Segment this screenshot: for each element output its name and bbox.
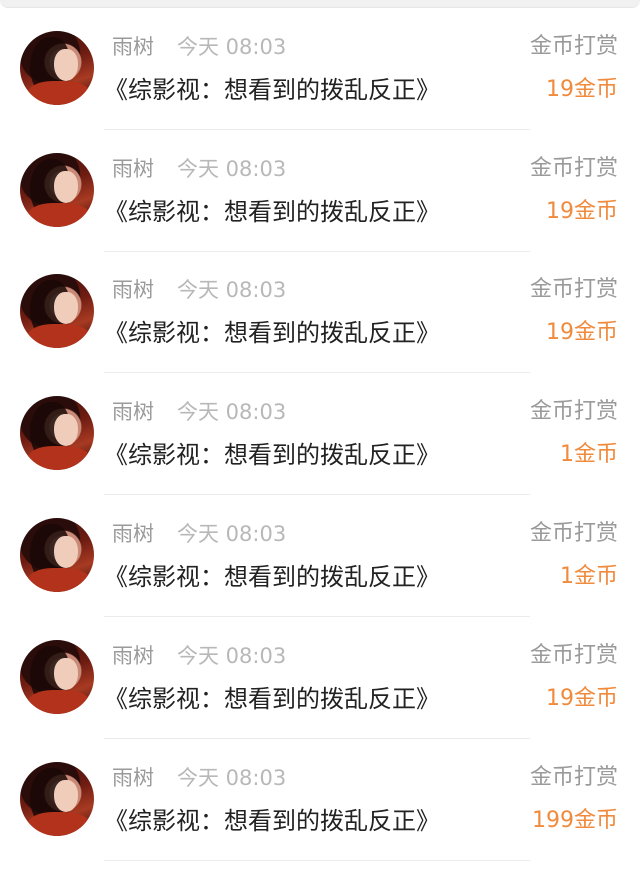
list-item[interactable]: 雨树 今天 08:03 金币打赏 《综影视：想看到的拨乱反正》 19金币 — [0, 609, 640, 739]
reward-list: 雨树 今天 08:03 金币打赏 《综影视：想看到的拨乱反正》 19金币 雨树 … — [0, 0, 640, 873]
reward-amount: 199金币 — [532, 808, 618, 833]
user-name[interactable]: 雨树 — [112, 641, 154, 671]
user-avatar[interactable] — [20, 518, 94, 592]
list-item[interactable]: 雨树 今天 08:03 金币打赏 《综影视：想看到的拨乱反正》 19金币 — [0, 243, 640, 373]
list-item[interactable]: 雨树 今天 08:03 金币打赏 《综影视：想看到的拨乱反正》 1金币 — [0, 365, 640, 495]
book-title[interactable]: 《综影视：想看到的拨乱反正》 — [104, 317, 440, 349]
book-title[interactable]: 《综影视：想看到的拨乱反正》 — [104, 74, 440, 106]
timestamp: 今天 08:03 — [177, 400, 287, 424]
list-item[interactable]: 雨树 今天 08:03 金币打赏 《综影视：想看到的拨乱反正》 19金币 — [0, 122, 640, 252]
reward-amount: 19金币 — [546, 199, 618, 224]
reward-type-label: 金币打赏 — [529, 277, 618, 302]
reward-type-label: 金币打赏 — [529, 399, 618, 424]
reward-type-label: 金币打赏 — [529, 521, 618, 546]
user-name[interactable]: 雨树 — [112, 154, 154, 184]
user-avatar[interactable] — [20, 762, 94, 836]
user-avatar[interactable] — [20, 640, 94, 714]
book-title[interactable]: 《综影视：想看到的拨乱反正》 — [104, 439, 440, 471]
book-title[interactable]: 《综影视：想看到的拨乱反正》 — [104, 805, 440, 837]
reward-amount: 19金币 — [546, 320, 618, 345]
list-item[interactable]: 雨树 今天 08:03 金币打赏 《综影视：想看到的拨乱反正》 1金币 — [0, 487, 640, 617]
user-name[interactable]: 雨树 — [112, 763, 154, 793]
reward-amount: 1金币 — [560, 564, 618, 589]
divider — [104, 860, 530, 861]
user-name[interactable]: 雨树 — [112, 275, 154, 305]
timestamp: 今天 08:03 — [177, 766, 287, 790]
list-item[interactable]: 雨树 今天 08:03 金币打赏 《综影视：想看到的拨乱反正》 199金币 — [0, 731, 640, 861]
reward-amount: 19金币 — [546, 686, 618, 711]
reward-type-label: 金币打赏 — [529, 34, 618, 59]
reward-amount: 19金币 — [546, 77, 618, 102]
user-avatar[interactable] — [20, 31, 94, 105]
timestamp: 今天 08:03 — [177, 278, 287, 302]
timestamp: 今天 08:03 — [177, 522, 287, 546]
timestamp: 今天 08:03 — [177, 157, 287, 181]
user-avatar[interactable] — [20, 153, 94, 227]
book-title[interactable]: 《综影视：想看到的拨乱反正》 — [104, 683, 440, 715]
user-name[interactable]: 雨树 — [112, 519, 154, 549]
user-avatar[interactable] — [20, 396, 94, 470]
timestamp: 今天 08:03 — [177, 35, 287, 59]
reward-type-label: 金币打赏 — [529, 765, 618, 790]
user-name[interactable]: 雨树 — [112, 32, 154, 62]
timestamp: 今天 08:03 — [177, 644, 287, 668]
reward-type-label: 金币打赏 — [529, 156, 618, 181]
reward-amount: 1金币 — [560, 442, 618, 467]
book-title[interactable]: 《综影视：想看到的拨乱反正》 — [104, 561, 440, 593]
list-item[interactable]: 雨树 今天 08:03 金币打赏 《综影视：想看到的拨乱反正》 19金币 — [0, 0, 640, 130]
user-name[interactable]: 雨树 — [112, 397, 154, 427]
reward-type-label: 金币打赏 — [529, 643, 618, 668]
user-avatar[interactable] — [20, 274, 94, 348]
book-title[interactable]: 《综影视：想看到的拨乱反正》 — [104, 196, 440, 228]
